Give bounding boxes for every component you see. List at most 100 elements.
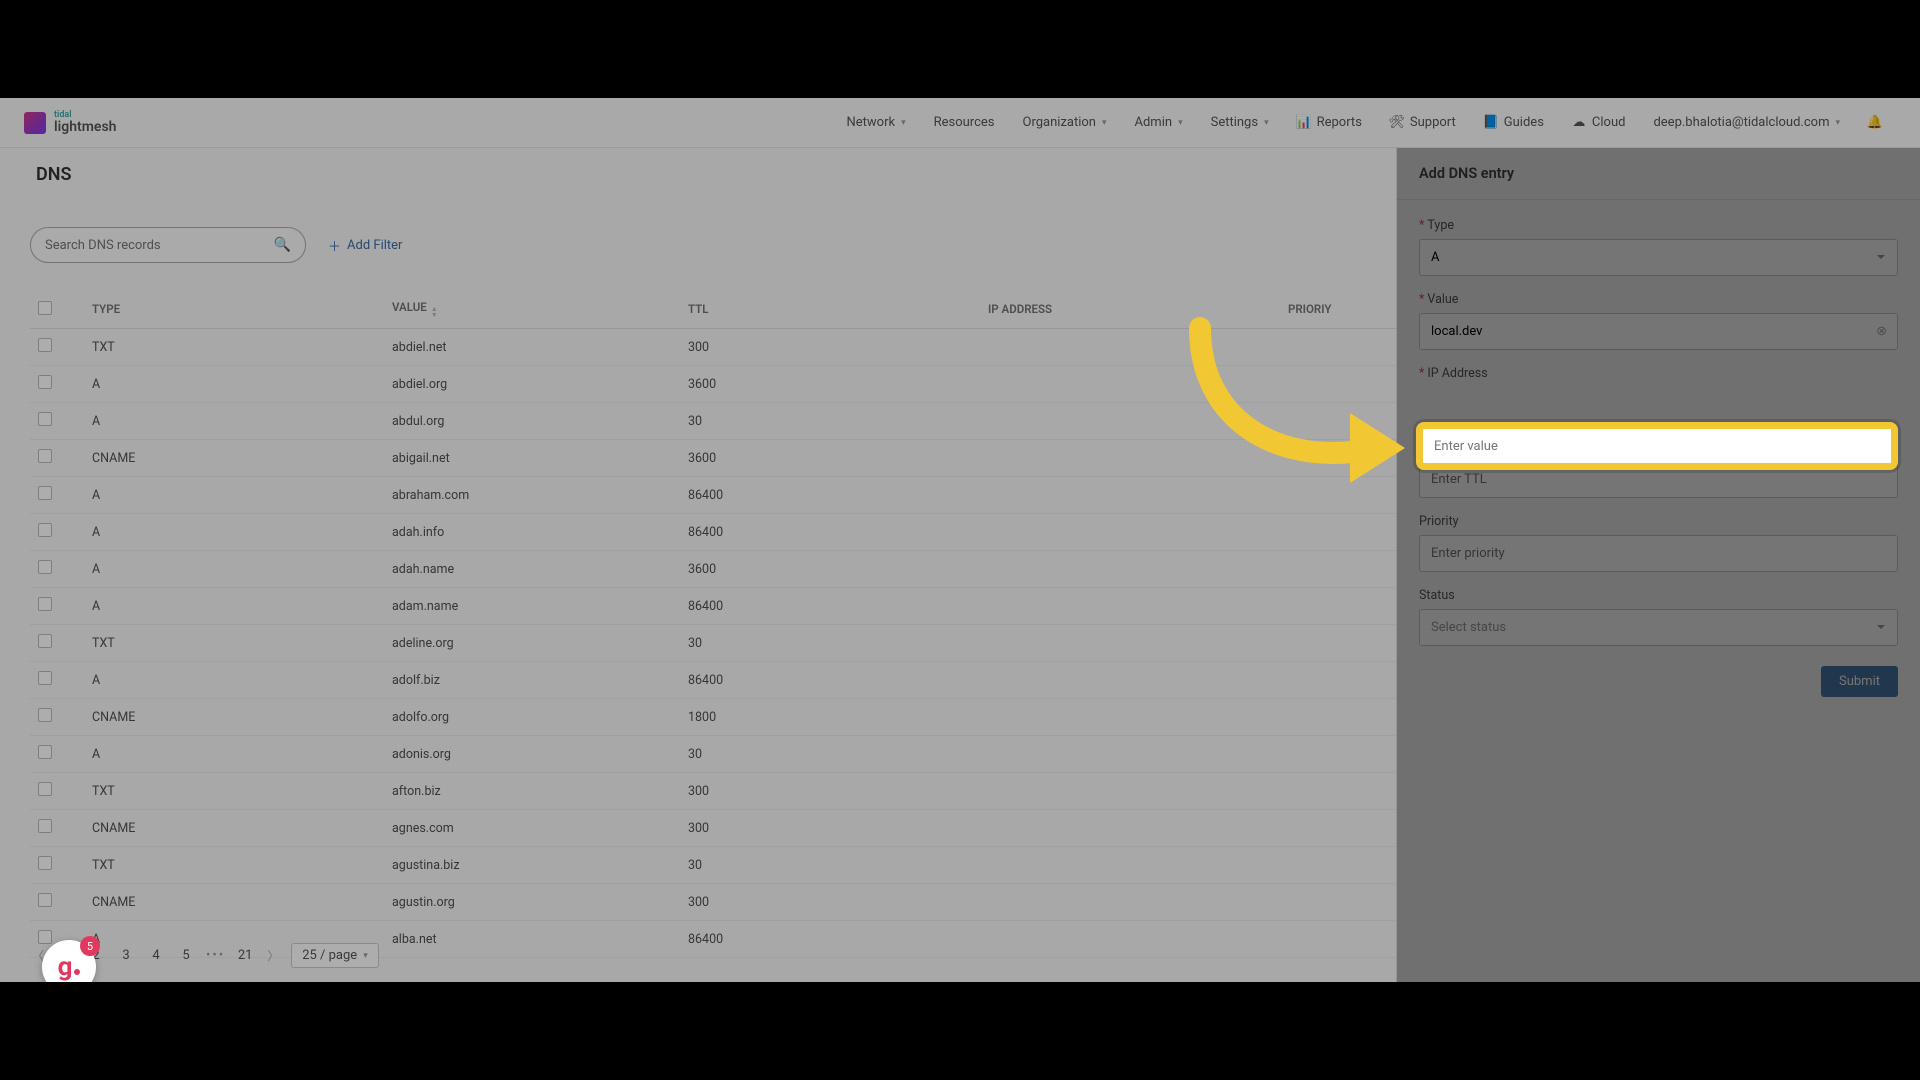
ip-input-highlight[interactable] — [1416, 422, 1898, 470]
row-checkbox[interactable] — [38, 412, 52, 426]
pagination-next[interactable]: 〉 — [265, 947, 281, 964]
cell-value: abdiel.net — [384, 329, 680, 366]
cell-ttl: 3600 — [680, 366, 980, 403]
nav-reports[interactable]: 📊Reports — [1283, 115, 1376, 130]
nav-guides[interactable]: 📘Guides — [1470, 115, 1558, 130]
logo-cube-icon — [24, 112, 46, 134]
add-filter-label: Add Filter — [347, 238, 402, 253]
cell-type: TXT — [84, 625, 384, 662]
search-box[interactable]: 🔍 — [30, 227, 306, 263]
nav-settings[interactable]: Settings▾ — [1197, 115, 1283, 130]
logo-lightmesh: lightmesh — [54, 120, 116, 134]
row-checkbox[interactable] — [38, 782, 52, 796]
clear-value-icon[interactable]: ⊗ — [1876, 324, 1887, 339]
help-widget-count: 5 — [80, 936, 100, 956]
nav-organization[interactable]: Organization▾ — [1009, 115, 1121, 130]
top-nav: tidal lightmesh Network▾ Resources Organ… — [0, 98, 1920, 148]
pagination-size-label: 25 / page — [302, 948, 357, 963]
logo[interactable]: tidal lightmesh — [24, 111, 116, 134]
cell-ip — [980, 662, 1280, 699]
cell-ttl: 86400 — [680, 921, 980, 958]
nav-resources[interactable]: Resources — [920, 115, 1009, 130]
cell-type: CNAME — [84, 699, 384, 736]
row-checkbox[interactable] — [38, 819, 52, 833]
priority-input[interactable] — [1431, 546, 1886, 561]
row-checkbox[interactable] — [38, 745, 52, 759]
nav-cloud[interactable]: ☁Cloud — [1558, 115, 1640, 130]
submit-row: Submit — [1419, 666, 1898, 697]
nav-reports-label: Reports — [1317, 115, 1362, 130]
cell-value: abraham.com — [384, 477, 680, 514]
ttl-input[interactable] — [1431, 472, 1886, 487]
row-checkbox[interactable] — [38, 856, 52, 870]
search-input[interactable] — [45, 238, 274, 253]
select-all-checkbox[interactable] — [38, 301, 52, 315]
cell-ip — [980, 329, 1280, 366]
status-select[interactable]: Select status — [1419, 609, 1898, 646]
add-filter-button[interactable]: ＋ Add Filter — [328, 236, 402, 255]
drawer-title: Add DNS entry — [1397, 148, 1920, 200]
nav-user-menu[interactable]: deep.bhalotia@tidalcloud.com ▾ — [1639, 115, 1854, 130]
nav-guides-label: Guides — [1504, 115, 1544, 130]
col-ip[interactable]: IP Address — [980, 290, 1280, 329]
pagination-page-4[interactable]: 4 — [146, 948, 166, 963]
cell-ip — [980, 699, 1280, 736]
field-type: *Type A — [1419, 218, 1898, 276]
nav-bell[interactable]: 🔔 — [1854, 116, 1896, 130]
value-label: *Value — [1419, 292, 1898, 307]
priority-input-wrap[interactable] — [1419, 535, 1898, 572]
pagination-size-select[interactable]: 25 / page ▾ — [291, 943, 379, 968]
row-checkbox[interactable] — [38, 893, 52, 907]
cell-ip — [980, 440, 1280, 477]
row-checkbox[interactable] — [38, 523, 52, 537]
nav-network[interactable]: Network▾ — [832, 115, 919, 130]
col-value[interactable]: Value▲▼ — [384, 290, 680, 329]
row-checkbox[interactable] — [38, 375, 52, 389]
bell-icon: 🔔 — [1868, 116, 1882, 130]
value-input[interactable] — [1431, 324, 1886, 339]
row-checkbox[interactable] — [38, 708, 52, 722]
cell-type: TXT — [84, 329, 384, 366]
type-select[interactable]: A — [1419, 239, 1898, 276]
chevron-down-icon: ▾ — [363, 951, 368, 961]
nav-resources-label: Resources — [934, 115, 995, 130]
nav-user-label: deep.bhalotia@tidalcloud.com — [1653, 115, 1829, 130]
cell-type: A — [84, 514, 384, 551]
row-checkbox[interactable] — [38, 930, 52, 944]
row-checkbox[interactable] — [38, 634, 52, 648]
row-checkbox[interactable] — [38, 671, 52, 685]
cell-ip — [980, 921, 1280, 958]
col-ttl[interactable]: TTL — [680, 290, 980, 329]
pagination-page-3[interactable]: 3 — [116, 948, 136, 963]
col-checkbox[interactable] — [30, 290, 84, 329]
cell-value: alba.net — [384, 921, 680, 958]
row-checkbox[interactable] — [38, 486, 52, 500]
cell-type: A — [84, 736, 384, 773]
add-dns-drawer: Add DNS entry *Type A *Value ⊗ *IP Addre… — [1396, 148, 1920, 982]
row-checkbox[interactable] — [38, 449, 52, 463]
value-input-wrap[interactable]: ⊗ — [1419, 313, 1898, 350]
nav-support[interactable]: 🛠Support — [1376, 115, 1470, 130]
cell-ttl: 300 — [680, 773, 980, 810]
row-checkbox[interactable] — [38, 338, 52, 352]
pagination-page-5[interactable]: 5 — [176, 948, 196, 963]
row-checkbox[interactable] — [38, 560, 52, 574]
col-type[interactable]: TYPE — [84, 290, 384, 329]
cell-ttl: 300 — [680, 810, 980, 847]
cell-type: A — [84, 477, 384, 514]
pagination-page-last[interactable]: 21 — [235, 948, 255, 963]
row-checkbox[interactable] — [38, 597, 52, 611]
cell-ttl: 3600 — [680, 551, 980, 588]
submit-button[interactable]: Submit — [1821, 666, 1898, 697]
cell-type: A — [84, 662, 384, 699]
cell-value: agustina.biz — [384, 847, 680, 884]
nav-admin[interactable]: Admin▾ — [1121, 115, 1197, 130]
chevron-down-icon: ▾ — [1835, 118, 1840, 128]
cloud-icon: ☁ — [1572, 116, 1586, 130]
ip-address-input[interactable] — [1423, 429, 1891, 463]
cell-ttl: 30 — [680, 847, 980, 884]
cell-ip — [980, 514, 1280, 551]
g-icon: g — [58, 952, 73, 982]
cell-ttl: 1800 — [680, 699, 980, 736]
cell-type: TXT — [84, 847, 384, 884]
